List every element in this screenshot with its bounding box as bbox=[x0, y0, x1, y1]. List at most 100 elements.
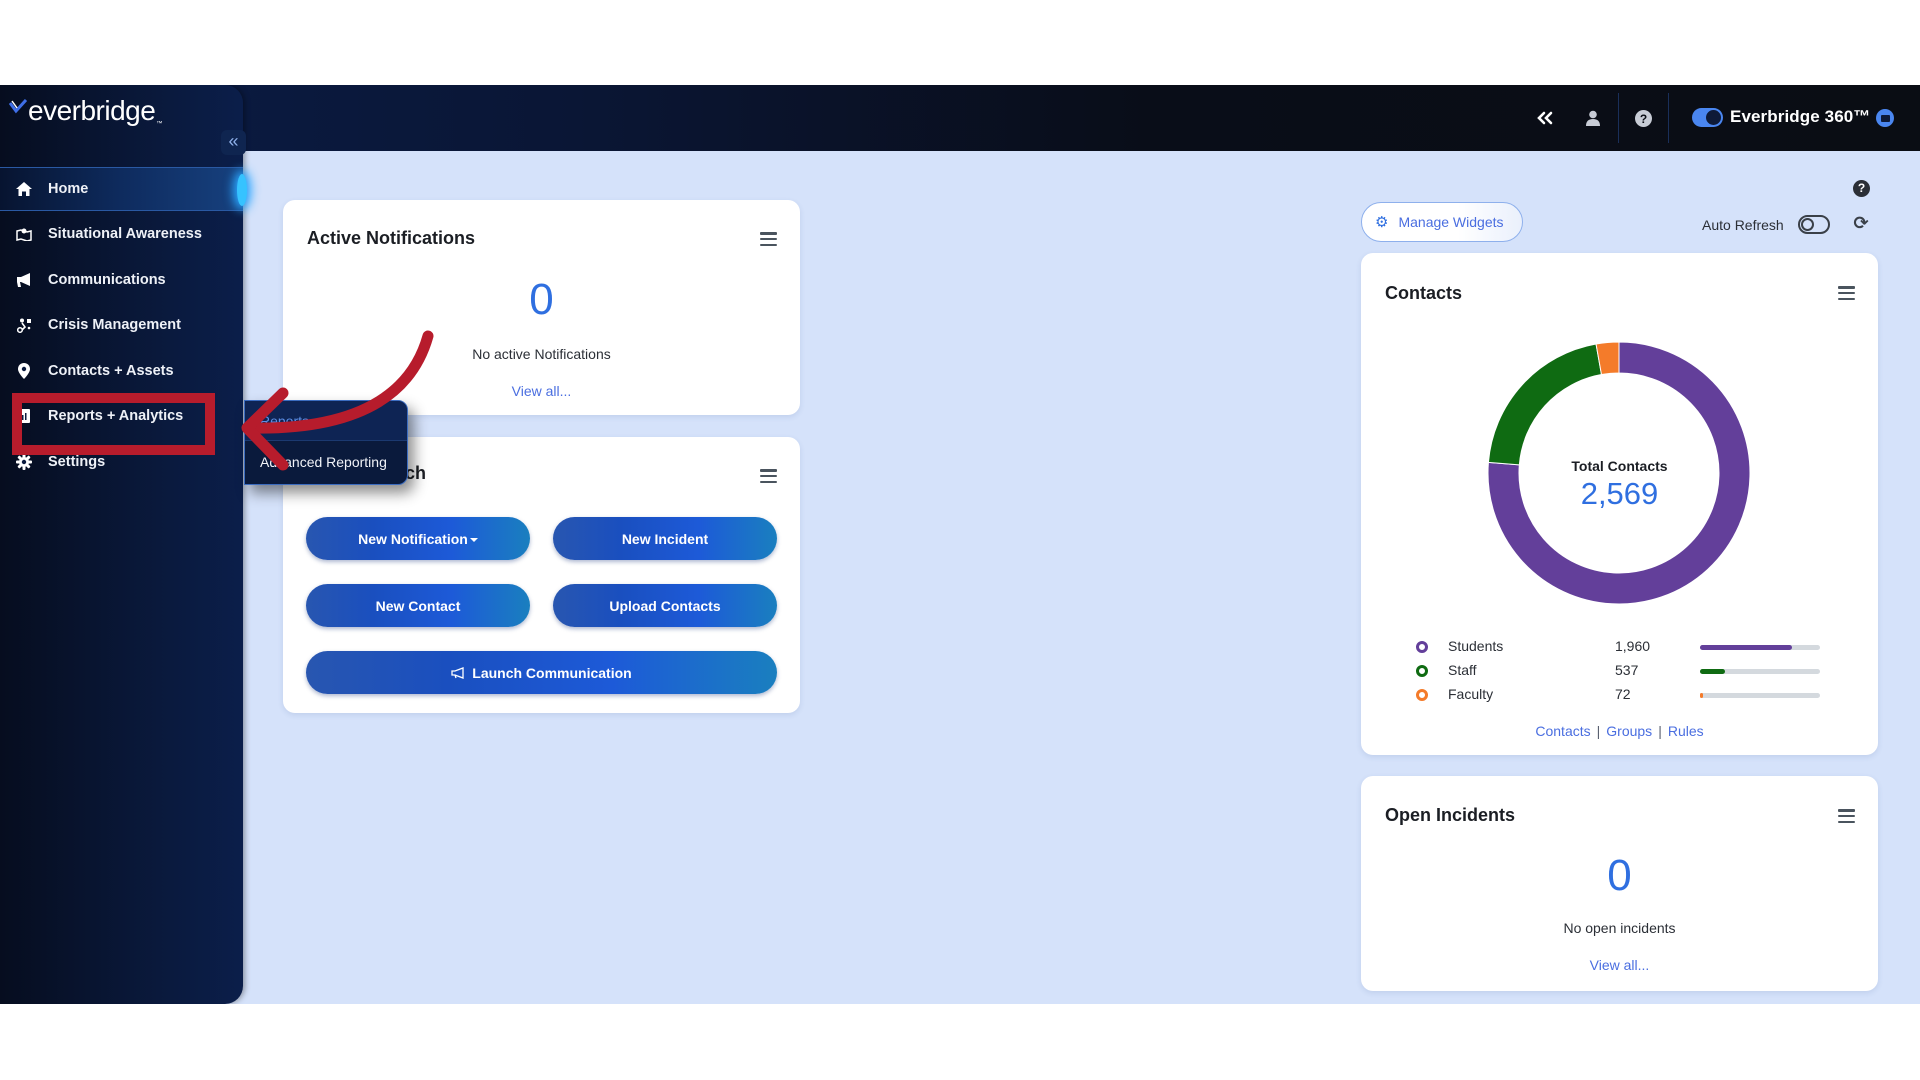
double-chevron-left-icon[interactable] bbox=[1530, 103, 1560, 133]
trademark: ™ bbox=[156, 121, 162, 127]
legend-label: Staff bbox=[1448, 662, 1477, 678]
legend-bar-fill bbox=[1700, 669, 1726, 674]
contacts-link[interactable]: Contacts bbox=[1535, 723, 1590, 739]
everbridge-logo[interactable]: everbridge ™ bbox=[9, 91, 162, 127]
auto-refresh-toggle[interactable] bbox=[1798, 215, 1830, 234]
button-label: New Incident bbox=[621, 530, 709, 547]
header-divider bbox=[1618, 93, 1619, 143]
report-icon bbox=[15, 409, 33, 423]
top-header: ? Everbridge 360™ bbox=[0, 85, 1920, 151]
sidebar-item-reports-analytics[interactable]: Reports + Analytics bbox=[0, 394, 243, 438]
legend-value: 72 bbox=[1615, 686, 1631, 702]
sidebar-item-label: Contacts + Assets bbox=[48, 363, 174, 379]
link-separator: | bbox=[1596, 723, 1601, 739]
page-help-icon[interactable]: ? bbox=[1853, 180, 1870, 197]
hamburger-menu-icon[interactable] bbox=[1838, 286, 1855, 300]
legend-row-students: Students 1,960 bbox=[1361, 636, 1878, 658]
logo-mark-icon bbox=[9, 99, 27, 114]
manage-widgets-button[interactable]: ⚙ Manage Widgets bbox=[1361, 202, 1523, 242]
logo-text: everbridge bbox=[28, 95, 156, 126]
legend-bar-track bbox=[1700, 645, 1820, 650]
legend-marker-icon bbox=[1416, 689, 1428, 701]
legend-label: Students bbox=[1448, 638, 1504, 654]
megaphone-icon bbox=[451, 666, 464, 679]
button-label: New Contact bbox=[375, 597, 461, 614]
legend-marker-icon bbox=[1416, 665, 1428, 677]
reports-flyout-menu: Reports Advanced Reporting bbox=[244, 400, 408, 485]
map-icon bbox=[15, 227, 33, 241]
sidebar-item-label: Home bbox=[48, 181, 89, 197]
button-label: Upload Contacts bbox=[609, 597, 721, 614]
hamburger-menu-icon[interactable] bbox=[1838, 809, 1855, 823]
sidebar-item-crisis-management[interactable]: Crisis Management bbox=[0, 303, 243, 347]
open-incidents-widget: Open Incidents 0 No open incidents View … bbox=[1361, 776, 1878, 991]
refresh-icon[interactable]: ⟳ bbox=[1852, 214, 1870, 232]
open-incidents-count: 0 bbox=[1607, 851, 1632, 900]
sidebar-item-contacts-assets[interactable]: Contacts + Assets bbox=[0, 349, 243, 393]
sidebar-item-communications[interactable]: Communications bbox=[0, 258, 243, 302]
sidebar-item-settings[interactable]: Settings bbox=[0, 440, 243, 484]
button-label: New Notification bbox=[358, 530, 468, 547]
gear-icon bbox=[15, 454, 33, 470]
hamburger-menu-icon[interactable] bbox=[760, 469, 777, 483]
new-notification-button[interactable]: New Notification bbox=[306, 517, 530, 560]
legend-bar-fill bbox=[1700, 645, 1792, 650]
new-contact-button[interactable]: New Contact bbox=[306, 584, 530, 627]
legend-row-faculty: Faculty 72 bbox=[1361, 684, 1878, 706]
auto-refresh-label: Auto Refresh bbox=[1702, 217, 1784, 233]
legend-bar-fill bbox=[1700, 693, 1704, 698]
sidebar-item-situational-awareness[interactable]: Situational Awareness bbox=[0, 212, 243, 256]
sidebar-item-label: Settings bbox=[48, 454, 106, 470]
sidebar-item-home[interactable]: Home bbox=[0, 167, 247, 211]
caret-down-icon bbox=[469, 537, 478, 542]
link-separator: | bbox=[1658, 723, 1662, 739]
launch-communication-button[interactable]: Launch Communication bbox=[306, 651, 777, 694]
legend-marker-icon bbox=[1416, 641, 1428, 653]
contacts-links: Contacts | Groups | Rules bbox=[1361, 723, 1878, 739]
brand-label: Everbridge 360™ bbox=[1730, 107, 1871, 126]
user-icon[interactable] bbox=[1578, 103, 1608, 133]
collapse-sidebar-button[interactable]: « bbox=[221, 130, 246, 155]
active-notifications-widget: Active Notifications 0 No active Notific… bbox=[283, 200, 800, 415]
flyout-item-advanced-reporting[interactable]: Advanced Reporting bbox=[245, 441, 407, 483]
legend-value: 537 bbox=[1615, 662, 1639, 678]
active-notifications-message: No active Notifications bbox=[472, 346, 611, 362]
chat-icon[interactable] bbox=[1876, 109, 1894, 127]
megaphone-icon bbox=[15, 273, 33, 287]
contacts-legend: Students 1,960 Staff 537 Faculty 72 bbox=[1361, 636, 1878, 716]
help-circle-icon[interactable]: ? bbox=[1628, 103, 1658, 133]
home-icon bbox=[15, 182, 33, 196]
sidebar-item-label: Situational Awareness bbox=[48, 226, 202, 242]
sidebar-item-label: Reports + Analytics bbox=[48, 408, 184, 424]
total-contacts-value: 2,569 bbox=[1580, 476, 1659, 511]
upload-contacts-button[interactable]: Upload Contacts bbox=[553, 584, 777, 627]
legend-label: Faculty bbox=[1448, 686, 1494, 702]
widget-title: Open Incidents bbox=[1385, 805, 1516, 825]
donut-slice-staff[interactable] bbox=[1487, 343, 1603, 466]
hamburger-menu-icon[interactable] bbox=[760, 232, 777, 246]
new-incident-button[interactable]: New Incident bbox=[553, 517, 777, 560]
app-window: ? Everbridge 360™ everbridge ™ « Home Sit… bbox=[0, 85, 1920, 1004]
open-incidents-message: No open incidents bbox=[1563, 920, 1676, 936]
flyout-item-reports[interactable]: Reports bbox=[245, 401, 407, 441]
sidebar: everbridge ™ « Home Situational Awareness… bbox=[0, 85, 247, 1004]
rules-link[interactable]: Rules bbox=[1668, 723, 1704, 739]
view-all-notifications-link[interactable]: View all... bbox=[283, 383, 800, 399]
legend-value: 1,960 bbox=[1615, 638, 1651, 654]
legend-bar-track bbox=[1700, 693, 1820, 698]
groups-link[interactable]: Groups bbox=[1606, 723, 1652, 739]
active-notifications-count: 0 bbox=[529, 275, 554, 324]
view-all-incidents-link[interactable]: View all... bbox=[1361, 957, 1878, 973]
contacts-widget: Contacts Total Contacts 2,569 Students 1,… bbox=[1361, 253, 1878, 755]
sidebar-item-label: Communications bbox=[48, 272, 166, 288]
sidebar-item-label: Crisis Management bbox=[48, 317, 181, 333]
widget-title: Contacts bbox=[1385, 283, 1463, 303]
button-label: Launch Communication bbox=[472, 664, 632, 681]
button-label: Manage Widgets bbox=[1398, 214, 1504, 230]
donut-center-label: Total Contacts bbox=[1571, 458, 1668, 474]
svg-text:?: ? bbox=[1639, 112, 1646, 126]
header-divider bbox=[1668, 93, 1669, 143]
gear-icon: ⚙ bbox=[1375, 214, 1389, 231]
legend-bar-track bbox=[1700, 669, 1820, 674]
everbridge-360-toggle[interactable] bbox=[1692, 108, 1723, 127]
